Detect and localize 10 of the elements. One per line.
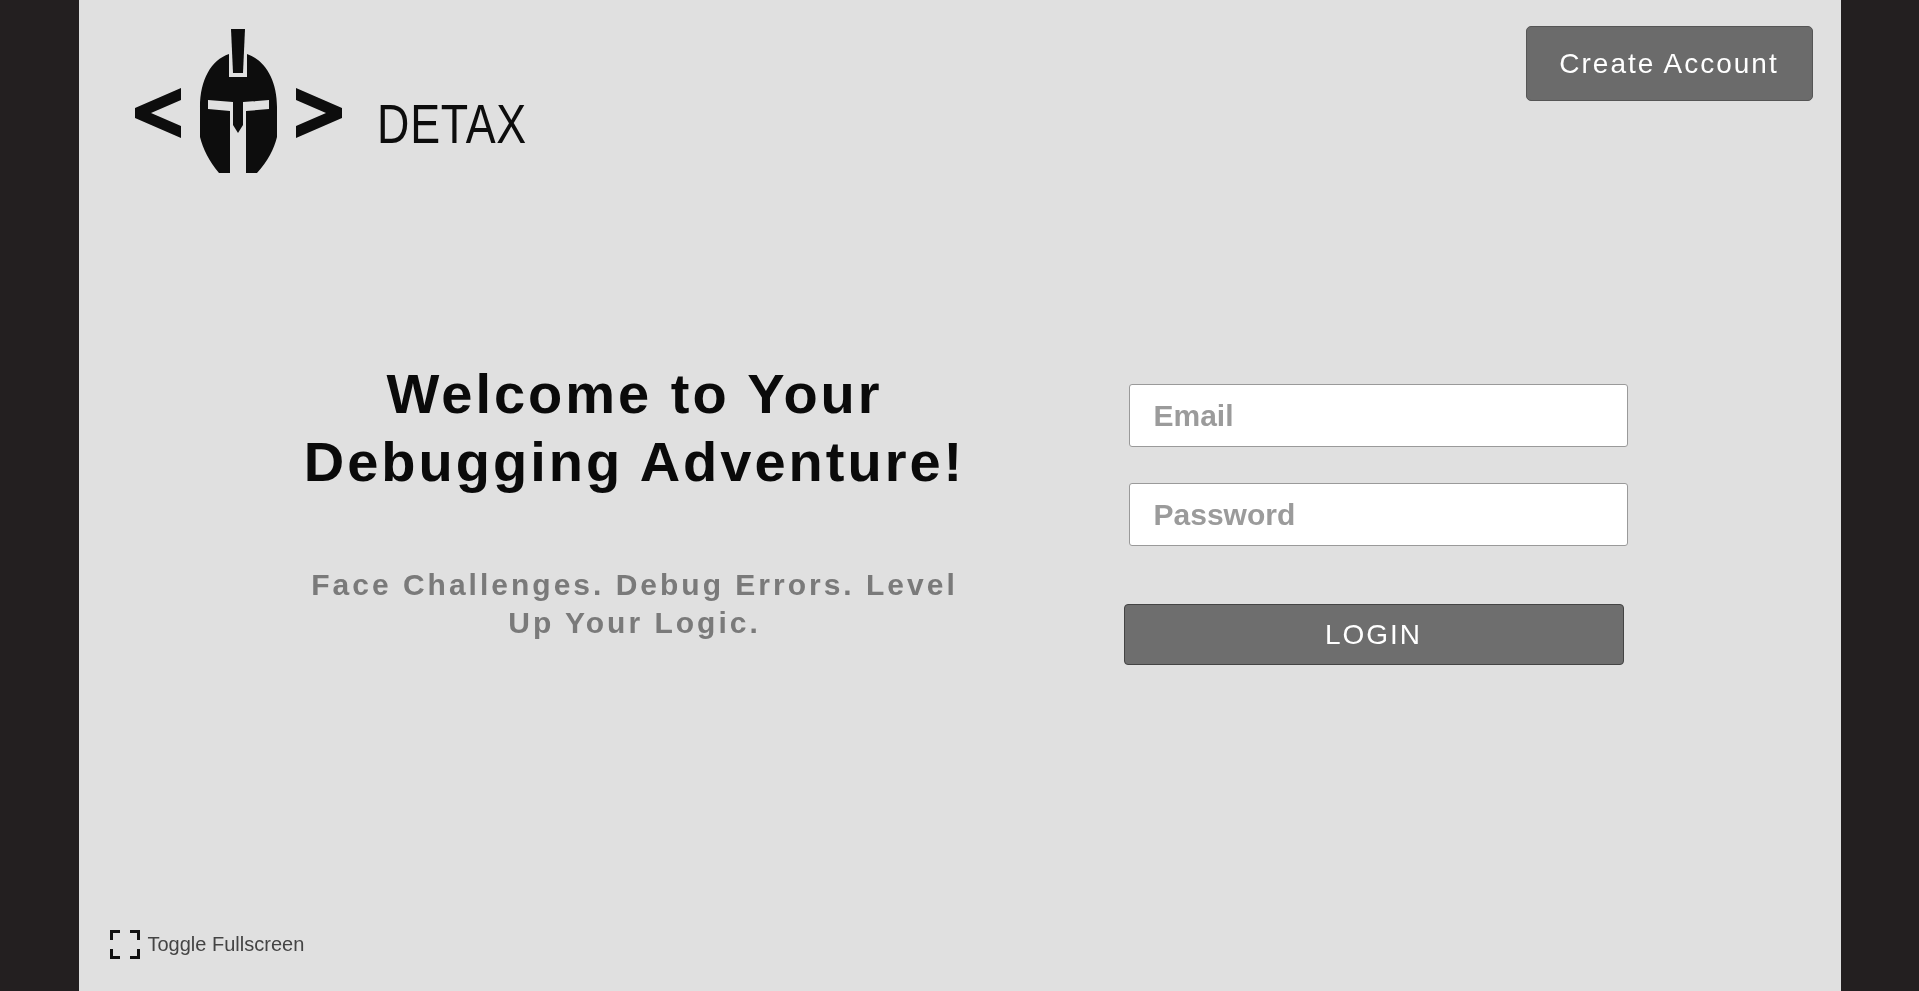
login-button[interactable]: LOGIN (1123, 604, 1624, 665)
welcome-heading: Welcome to Your Debugging Adventure! (302, 361, 967, 495)
tagline: Face Challenges. Debug Errors. Level Up Your Logic. (310, 567, 959, 641)
helmet-logo-icon (132, 29, 342, 173)
create-account-button[interactable]: Create Account (1525, 26, 1813, 101)
brand-name: DETAX (376, 96, 527, 152)
input-field[interactable]: Email (1128, 384, 1628, 447)
fullscreen-toggle-button[interactable]: Toggle Fullscreen (109, 929, 305, 959)
input-field[interactable]: Password (1128, 483, 1628, 546)
fullscreen-icon (109, 929, 140, 959)
